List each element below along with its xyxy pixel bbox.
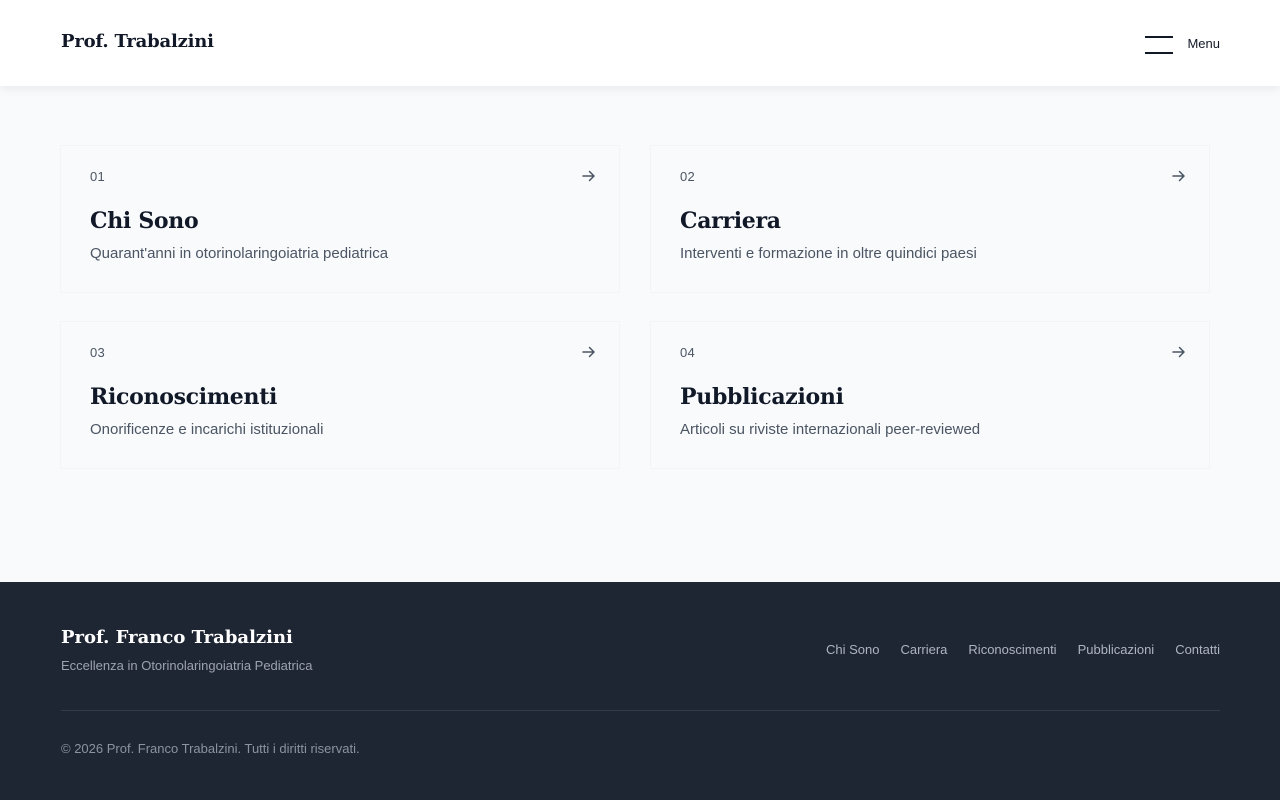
arrow-right-icon[interactable] bbox=[1171, 344, 1187, 360]
footer-copyright: © 2026 Prof. Franco Trabalzini. Tutti i … bbox=[61, 741, 360, 756]
card-pubblicazioni[interactable]: 04 Pubblicazioni Articoli su riviste int… bbox=[650, 321, 1210, 469]
card-number: 01 bbox=[90, 169, 106, 184]
card-riconoscimenti[interactable]: 03 Riconoscimenti Onorificenze e incaric… bbox=[60, 321, 620, 469]
card-number: 02 bbox=[680, 169, 696, 184]
site-header: Prof. Trabalzini Menu bbox=[0, 0, 1280, 86]
card-description: Quarant'anni in otorinolaringoiatria ped… bbox=[90, 245, 389, 262]
arrow-right-icon[interactable] bbox=[1171, 168, 1187, 184]
arrow-right-icon[interactable] bbox=[581, 344, 597, 360]
arrow-right-icon[interactable] bbox=[581, 168, 597, 184]
card-carriera[interactable]: 02 Carriera Interventi e formazione in o… bbox=[650, 145, 1210, 293]
card-chi-sono[interactable]: 01 Chi Sono Quarant'anni in otorinolarin… bbox=[60, 145, 620, 293]
menu-label[interactable]: Menu bbox=[1187, 36, 1220, 51]
card-description: Onorificenze e incarichi istituzionali bbox=[90, 421, 324, 438]
footer-tagline: Eccellenza in Otorinolaringoiatria Pedia… bbox=[61, 658, 313, 673]
site-footer: Prof. Franco Trabalzini Eccellenza in Ot… bbox=[0, 582, 1280, 800]
card-title: Chi Sono bbox=[90, 208, 199, 234]
footer-link-carriera[interactable]: Carriera bbox=[900, 642, 947, 657]
menu-button[interactable]: Menu bbox=[1145, 30, 1220, 56]
card-description: Articoli su riviste internazionali peer-… bbox=[680, 421, 981, 438]
card-title: Pubblicazioni bbox=[680, 384, 844, 410]
card-description: Interventi e formazione in oltre quindic… bbox=[680, 245, 977, 262]
card-title: Carriera bbox=[680, 208, 781, 234]
card-title: Riconoscimenti bbox=[90, 384, 278, 410]
card-number: 04 bbox=[680, 345, 696, 360]
hamburger-icon[interactable] bbox=[1145, 33, 1174, 54]
footer-link-contatti[interactable]: Contatti bbox=[1175, 642, 1220, 657]
footer-name: Prof. Franco Trabalzini bbox=[61, 627, 293, 648]
footer-nav: Chi Sono Carriera Riconoscimenti Pubblic… bbox=[826, 642, 1220, 657]
footer-link-pubblicazioni[interactable]: Pubblicazioni bbox=[1078, 642, 1155, 657]
footer-link-riconoscimenti[interactable]: Riconoscimenti bbox=[968, 642, 1056, 657]
card-number: 03 bbox=[90, 345, 106, 360]
footer-link-chi-sono[interactable]: Chi Sono bbox=[826, 642, 879, 657]
footer-divider bbox=[61, 710, 1220, 711]
site-logo-text[interactable]: Prof. Trabalzini bbox=[61, 31, 214, 52]
